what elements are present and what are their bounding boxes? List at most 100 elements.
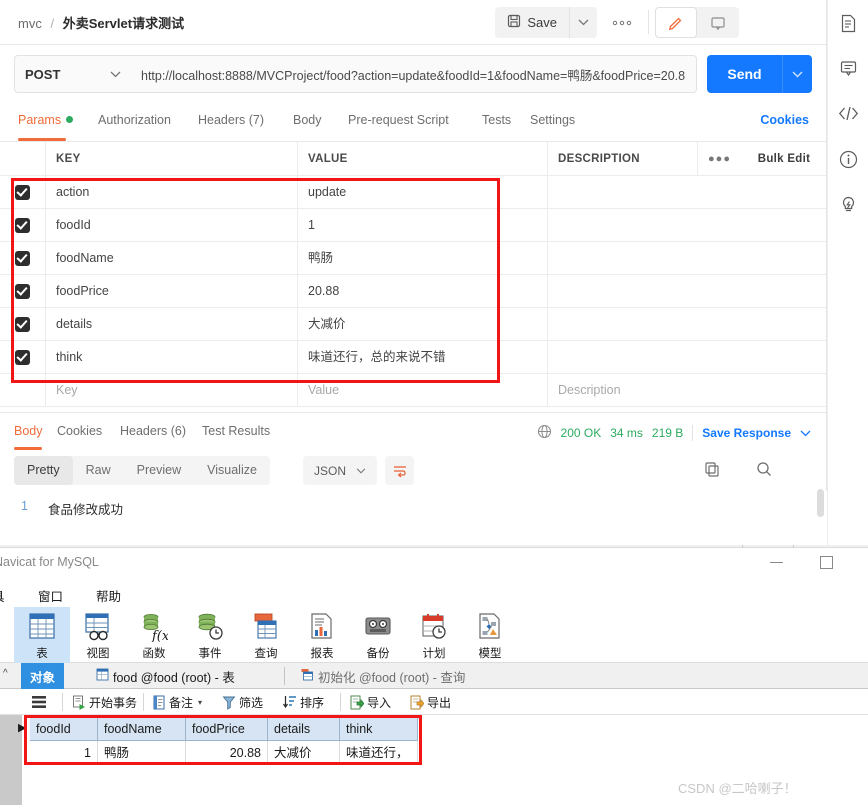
row-checkbox[interactable] (0, 184, 45, 200)
begin-transaction-button[interactable]: 开始事务 (72, 692, 137, 712)
row-checkbox[interactable] (0, 217, 45, 233)
tab-authorization[interactable]: Authorization (98, 113, 171, 127)
row-description[interactable] (547, 175, 827, 209)
response-tab-cookies[interactable]: Cookies (57, 424, 102, 438)
tab-headers[interactable]: Headers (7) (198, 113, 264, 127)
row-key[interactable]: foodName (45, 241, 297, 275)
row-description[interactable] (547, 340, 827, 374)
row-value[interactable]: update (297, 175, 547, 209)
tab-params[interactable]: Params (18, 113, 74, 127)
search-icon[interactable] (756, 461, 772, 482)
row-checkbox[interactable] (0, 349, 45, 365)
tab-pre-request-script[interactable]: Pre-request Script (348, 113, 449, 127)
row-checkbox[interactable] (0, 316, 45, 332)
wrap-lines-button[interactable] (385, 456, 414, 485)
request-url-input[interactable]: http://localhost:8888/MVCProject/food?ac… (131, 55, 697, 93)
row-checkbox[interactable] (0, 250, 45, 266)
export-button[interactable]: 导出 (410, 692, 451, 712)
row-description[interactable] (547, 241, 827, 275)
note-button[interactable]: 备注 ▾ (152, 692, 202, 712)
tab-init-query[interactable]: 初始化 @food (root) - 查询 (292, 663, 474, 689)
grid-cell-details[interactable]: 大减价 (268, 741, 340, 765)
row-description[interactable] (547, 307, 827, 341)
save-response-caret-icon[interactable] (800, 426, 811, 440)
grid-header-cell[interactable]: foodId (30, 717, 98, 741)
row-key[interactable]: action (45, 175, 297, 209)
grid-cell-foodname[interactable]: 鸭肠 (98, 741, 186, 765)
minimize-icon[interactable] (770, 562, 783, 563)
tab-food-table[interactable]: food @food (root) - 表 (87, 663, 244, 689)
comments-icon[interactable] (839, 59, 858, 83)
grid-cell-foodprice[interactable]: 20.88 (186, 741, 268, 765)
save-response-button[interactable]: Save Response (702, 426, 791, 440)
http-method-select[interactable]: POST (14, 55, 132, 93)
tab-objects[interactable]: 对象 (21, 663, 65, 689)
tab-body[interactable]: Body (293, 113, 322, 127)
ribbon-item-table[interactable]: 表 (14, 607, 70, 663)
grid-header-cell[interactable]: think (340, 717, 418, 741)
save-dropdown-button[interactable] (569, 7, 597, 38)
copy-icon[interactable] (704, 461, 720, 482)
collapse-caret-icon[interactable]: ^ (3, 668, 8, 679)
new-row-key-input[interactable]: Key (45, 373, 297, 407)
import-button[interactable]: 导入 (350, 692, 391, 712)
view-mode-pretty[interactable]: Pretty (14, 456, 73, 485)
view-mode-preview[interactable]: Preview (124, 456, 194, 485)
grid-cell-think[interactable]: 味道还行， (340, 741, 418, 765)
hamburger-button[interactable] (30, 692, 48, 712)
new-row-value-input[interactable]: Value (297, 373, 547, 407)
view-mode-visualize[interactable]: Visualize (194, 456, 270, 485)
menu-item-help[interactable]: 帮助 (96, 586, 121, 605)
response-tab-headers[interactable]: Headers (6) (120, 424, 186, 438)
code-icon[interactable] (838, 104, 859, 128)
menu-item-window[interactable]: 窗口 (38, 586, 63, 605)
row-key[interactable]: details (45, 307, 297, 341)
new-param-row[interactable]: Key Value Description (0, 373, 827, 407)
response-tab-body[interactable]: Body (14, 424, 43, 438)
row-checkbox[interactable] (0, 283, 45, 299)
lightbulb-icon[interactable] (839, 195, 858, 219)
sort-button[interactable]: 排序 (283, 692, 324, 712)
row-description[interactable] (547, 274, 827, 308)
view-mode-raw[interactable]: Raw (73, 456, 124, 485)
row-key[interactable]: foodPrice (45, 274, 297, 308)
breadcrumb-current[interactable]: 外卖Servlet请求测试 (63, 16, 184, 31)
row-value[interactable]: 20.88 (297, 274, 547, 308)
menu-item-tools[interactable]: 具 (0, 586, 5, 605)
ribbon-item-function[interactable]: f(x) 函数 (126, 607, 182, 663)
response-tab-test-results[interactable]: Test Results (202, 424, 270, 438)
ribbon-item-query[interactable]: 查询 (238, 607, 294, 663)
maximize-icon[interactable] (820, 556, 833, 569)
new-row-description-input[interactable]: Description (547, 373, 827, 407)
tab-settings[interactable]: Settings (530, 113, 575, 127)
ribbon-item-report[interactable]: 报表 (294, 607, 350, 663)
row-value[interactable]: 鸭肠 (297, 241, 547, 275)
edit-mode-button[interactable] (655, 7, 697, 38)
table-row[interactable]: foodId 1 (0, 208, 827, 242)
table-row[interactable]: details 大减价 (0, 307, 827, 341)
row-value[interactable]: 大减价 (297, 307, 547, 341)
grid-header-cell[interactable]: foodPrice (186, 717, 268, 741)
row-value[interactable]: 1 (297, 208, 547, 242)
response-body[interactable]: 1 食品修改成功 (0, 491, 827, 545)
ribbon-item-backup[interactable]: 备份 (350, 607, 406, 663)
send-button[interactable]: Send (707, 55, 782, 93)
send-dropdown-button[interactable] (782, 55, 812, 93)
row-key[interactable]: think (45, 340, 297, 374)
table-row[interactable]: foodName 鸭肠 (0, 241, 827, 275)
ribbon-item-event[interactable]: 事件 (182, 607, 238, 663)
table-row[interactable]: action update (0, 175, 827, 209)
filter-button[interactable]: 筛选 (222, 692, 263, 712)
grid-row[interactable]: 1 鸭肠 20.88 大减价 味道还行， (30, 741, 418, 765)
ribbon-item-view[interactable]: 视图 (70, 607, 126, 663)
documentation-icon[interactable] (839, 14, 858, 38)
ribbon-item-schedule[interactable]: 计划 (406, 607, 462, 663)
table-row[interactable]: foodPrice 20.88 (0, 274, 827, 308)
grid-header-cell[interactable]: details (268, 717, 340, 741)
response-scrollbar[interactable] (817, 489, 824, 517)
breadcrumb-collection[interactable]: mvc (18, 16, 42, 31)
table-row[interactable]: think 味道还行，总的来说不错 (0, 340, 827, 374)
comment-mode-button[interactable] (697, 7, 739, 38)
row-value[interactable]: 味道还行，总的来说不错 (297, 340, 547, 374)
ribbon-item-model[interactable]: 模型 (462, 607, 518, 663)
